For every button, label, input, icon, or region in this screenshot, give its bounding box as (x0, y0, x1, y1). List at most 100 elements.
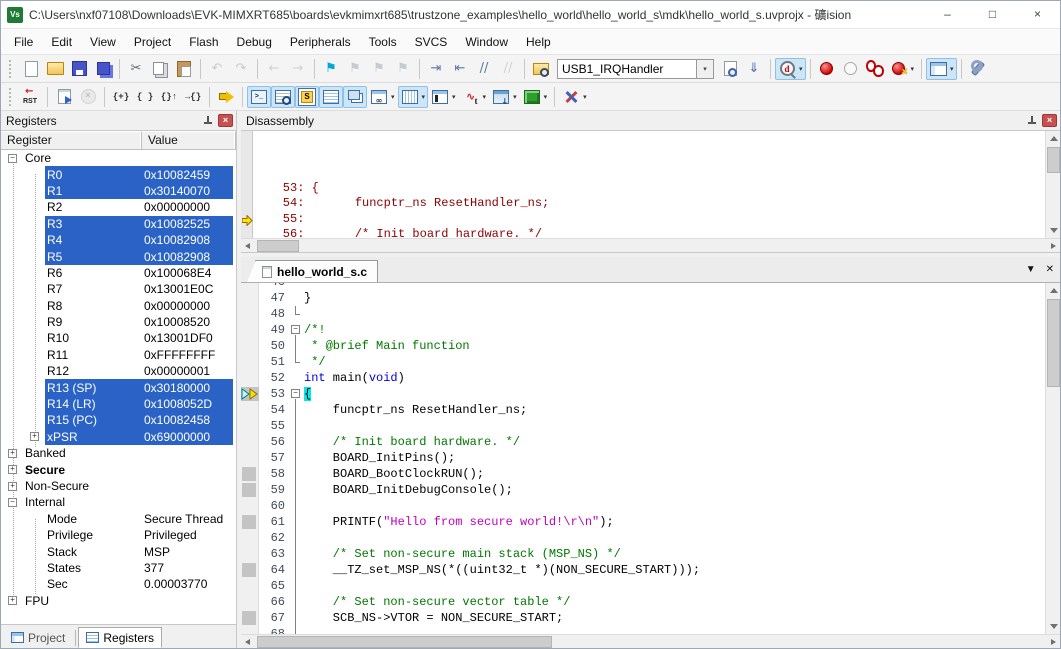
fold-collapse-icon[interactable]: − (291, 389, 300, 398)
register-row-r12[interactable]: R120x00000001 (1, 363, 236, 379)
code-line-47[interactable]: 47} (241, 290, 1045, 306)
system-viewer-button[interactable]: ▾ (489, 86, 520, 108)
code-line-51[interactable]: 51 */ (241, 354, 1045, 370)
tab-list-dropdown-icon[interactable]: ▼ (1026, 263, 1036, 277)
register-row-xpsr[interactable]: +xPSR0x69000000 (1, 429, 236, 445)
editor-margin[interactable] (241, 386, 259, 402)
fold-margin[interactable] (290, 610, 302, 626)
kill-all-breakpoints-button[interactable]: ▾ (887, 58, 918, 80)
close-button[interactable]: × (1015, 1, 1060, 28)
code-text[interactable]: /* Set non-secure main stack (MSP_NS) */ (302, 546, 1045, 562)
registers-window-button[interactable] (319, 86, 343, 108)
serial-window-button[interactable]: ▾ (428, 86, 459, 108)
enable-disable-breakpoint-button[interactable] (839, 58, 863, 80)
editor-margin[interactable] (241, 578, 259, 594)
register-row-internal[interactable]: −Internal (1, 494, 236, 510)
fold-margin[interactable] (290, 594, 302, 610)
workspace-tab-project[interactable]: Project (3, 627, 73, 648)
fold-margin[interactable] (290, 418, 302, 434)
editor-margin[interactable] (241, 626, 259, 634)
value-column-label[interactable]: Value (142, 131, 236, 149)
fold-margin[interactable] (290, 482, 302, 498)
register-row-banked[interactable]: +Banked (1, 445, 236, 461)
register-row-mode[interactable]: ModeSecure Thread (1, 511, 236, 527)
register-row-r15-pc-[interactable]: R15 (PC)0x10082458 (1, 412, 236, 428)
code-line-54[interactable]: 54 funcptr_ns ResetHandler_ns; (241, 402, 1045, 418)
paste-button[interactable] (172, 58, 196, 80)
register-row-r13-sp-[interactable]: R13 (SP)0x30180000 (1, 379, 236, 395)
scroll-right-arrow[interactable] (1046, 239, 1060, 253)
debug-tools-button[interactable]: ▾ (559, 86, 590, 108)
disassembly-line[interactable]: 54: funcptr_ns ResetHandler_ns; (254, 196, 1045, 212)
code-line-63[interactable]: 63 /* Set non-secure main stack (MSP_NS)… (241, 546, 1045, 562)
editor-margin[interactable] (241, 306, 259, 322)
menu-svcs[interactable]: SVCS (406, 30, 457, 54)
disassembly-content[interactable]: 53: { 54: funcptr_ns ResetHandler_ns; 55… (241, 131, 1045, 238)
editor-margin[interactable] (241, 418, 259, 434)
run-to-line-button[interactable]: →{} (181, 86, 205, 108)
editor-margin[interactable] (241, 514, 259, 530)
step-into-button[interactable]: {+} (109, 86, 133, 108)
undo-button[interactable]: ↶ (205, 58, 229, 80)
fold-margin[interactable] (290, 578, 302, 594)
editor-margin[interactable] (241, 610, 259, 626)
editor-margin[interactable] (241, 466, 259, 482)
find-button[interactable] (718, 58, 742, 80)
editor-margin[interactable] (241, 322, 259, 338)
editor-hscrollbar[interactable] (241, 634, 1060, 648)
code-text[interactable] (302, 306, 1045, 322)
scroll-down-arrow[interactable] (1046, 223, 1061, 238)
code-text[interactable]: /* Init board hardware. */ (302, 434, 1045, 450)
dropdown-arrow-icon[interactable]: ▾ (911, 65, 915, 73)
fold-margin[interactable] (290, 283, 302, 290)
fold-margin[interactable] (290, 370, 302, 386)
register-row-r10[interactable]: R100x13001DF0 (1, 330, 236, 346)
editor-margin[interactable] (241, 290, 259, 306)
collapse-icon[interactable]: − (8, 154, 17, 163)
code-text[interactable]: /* Set non-secure vector table */ (302, 594, 1045, 610)
scroll-right-arrow[interactable] (1046, 635, 1060, 649)
dropdown-arrow-icon[interactable]: ▾ (583, 93, 587, 101)
menu-peripherals[interactable]: Peripherals (281, 30, 360, 54)
register-row-r7[interactable]: R70x13001E0C (1, 281, 236, 297)
code-text[interactable] (302, 578, 1045, 594)
code-line-50[interactable]: 50 * @brief Main function (241, 338, 1045, 354)
menu-flash[interactable]: Flash (180, 30, 227, 54)
code-line-46[interactable]: 46 * ········ ···· ··· (241, 283, 1045, 290)
register-row-core[interactable]: −Core (1, 150, 236, 166)
register-row-sec[interactable]: Sec0.00003770 (1, 576, 236, 592)
show-current-statement-button[interactable] (214, 86, 238, 108)
register-row-r11[interactable]: R110xFFFFFFFF (1, 347, 236, 363)
reset-button[interactable] (19, 86, 43, 108)
maximize-button[interactable]: □ (970, 1, 1015, 28)
register-column-label[interactable]: Register (1, 131, 142, 149)
editor-margin[interactable] (241, 338, 259, 354)
save-all-button[interactable] (91, 58, 115, 80)
stop-button[interactable] (76, 86, 100, 108)
tab-hello-world-s-c[interactable]: hello_world_s.c (255, 260, 378, 282)
previous-bookmark-button[interactable]: ⚑ (367, 58, 391, 80)
dropdown-arrow-icon[interactable]: ▾ (544, 93, 548, 101)
code-text[interactable]: funcptr_ns ResetHandler_ns; (302, 402, 1045, 418)
find-text-input[interactable]: USB1_IRQHandler (557, 59, 697, 79)
menu-tools[interactable]: Tools (360, 30, 406, 54)
call-stack-window-button[interactable] (343, 86, 367, 108)
register-row-privilege[interactable]: PrivilegePrivileged (1, 527, 236, 543)
code-text[interactable]: BOARD_BootClockRUN(); (302, 466, 1045, 482)
minimize-button[interactable]: – (925, 1, 970, 28)
register-row-r9[interactable]: R90x10008520 (1, 314, 236, 330)
editor-margin[interactable] (241, 450, 259, 466)
code-text[interactable]: PRINTF("Hello from secure world!\r\n"); (302, 514, 1045, 530)
editor-margin[interactable] (241, 434, 259, 450)
code-line-52[interactable]: 52int main(void) (241, 370, 1045, 386)
scroll-up-arrow[interactable] (1046, 283, 1061, 298)
register-row-r2[interactable]: R20x00000000 (1, 199, 236, 215)
registers-tree[interactable]: −CoreR00x10082459R10x30140070R20x0000000… (1, 150, 236, 624)
editor-margin[interactable] (241, 594, 259, 610)
code-line-61[interactable]: 61 PRINTF("Hello from secure world!\r\n"… (241, 514, 1045, 530)
editor-vscrollbar[interactable] (1045, 283, 1060, 634)
dropdown-arrow-icon[interactable]: ▾ (513, 93, 517, 101)
dropdown-arrow-icon[interactable]: ▾ (950, 65, 954, 73)
expand-icon[interactable]: + (8, 465, 17, 474)
register-row-r8[interactable]: R80x00000000 (1, 298, 236, 314)
